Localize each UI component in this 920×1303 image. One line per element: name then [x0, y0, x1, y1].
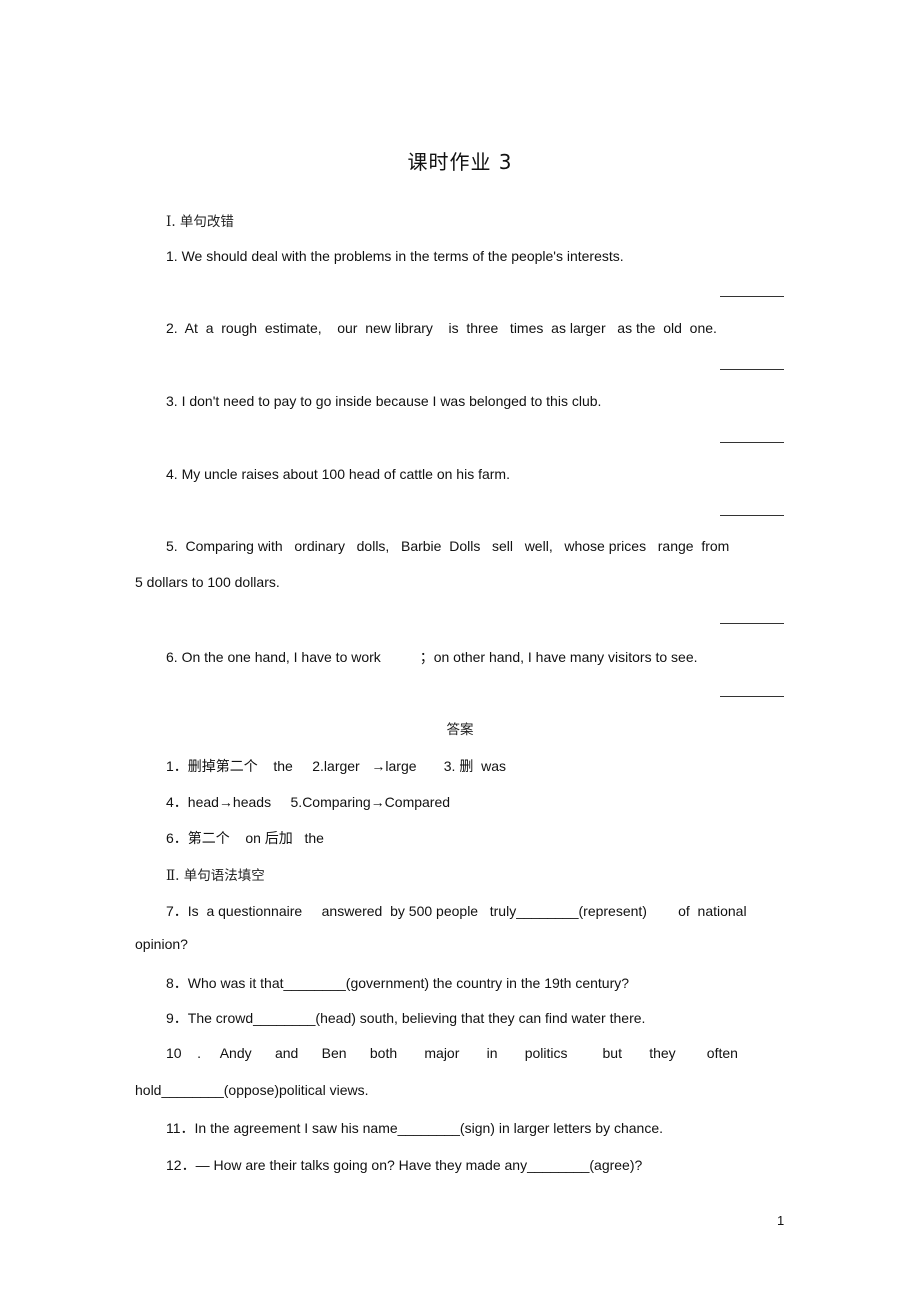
question-2: 2. At a rough estimate, our new library …: [166, 320, 717, 336]
answer-blank-1: [720, 296, 784, 297]
page-title: 课时作业 3: [407, 150, 513, 174]
question-5: 5. Comparing with ordinary dolls, Barbie…: [166, 538, 730, 554]
answer-line-3: 6．第二个 on 后加 the: [166, 830, 324, 846]
question-7-continued: opinion?: [135, 936, 188, 952]
page-number: 1: [777, 1213, 785, 1228]
question-6: 6. On the one hand, I have to work ；on o…: [166, 649, 698, 665]
answer-blank-4: [720, 515, 784, 516]
question-5-continued: 5 dollars to 100 dollars.: [135, 574, 280, 590]
question-9: 9．The crowd________(head) south, believi…: [166, 1010, 646, 1026]
answer-blank-2: [720, 369, 784, 370]
answer-line-2: 4．head→heads 5.Comparing→Compared: [166, 794, 451, 810]
answers-heading: 答案: [446, 722, 474, 738]
answer-blank-6: [720, 696, 784, 697]
question-1: 1. We should deal with the problems in t…: [166, 248, 624, 264]
answer-line-1: 1．删掉第二个 the 2.larger →large 3. 删 was: [166, 758, 506, 774]
section-heading-grammar-fill: Ⅱ. 单句语法填空: [166, 868, 265, 884]
question-4: 4. My uncle raises about 100 head of cat…: [166, 466, 510, 482]
section-heading-error-correction: Ⅰ. 单句改错: [166, 214, 234, 230]
answer-blank-5: [720, 623, 784, 624]
answer-blank-3: [720, 442, 784, 443]
question-11: 11．In the agreement I saw his name______…: [166, 1120, 664, 1136]
question-12: 12．— How are their talks going on? Have …: [166, 1157, 643, 1173]
question-7: 7．Is a questionnaire answered by 500 peo…: [166, 903, 747, 919]
question-10-continued: hold________(oppose)political views.: [135, 1082, 369, 1098]
question-3: 3. I don't need to pay to go inside beca…: [166, 393, 602, 409]
question-8: 8．Who was it that________(government) th…: [166, 975, 630, 991]
question-10: 10 . Andy and Ben both major in politics…: [166, 1045, 738, 1061]
